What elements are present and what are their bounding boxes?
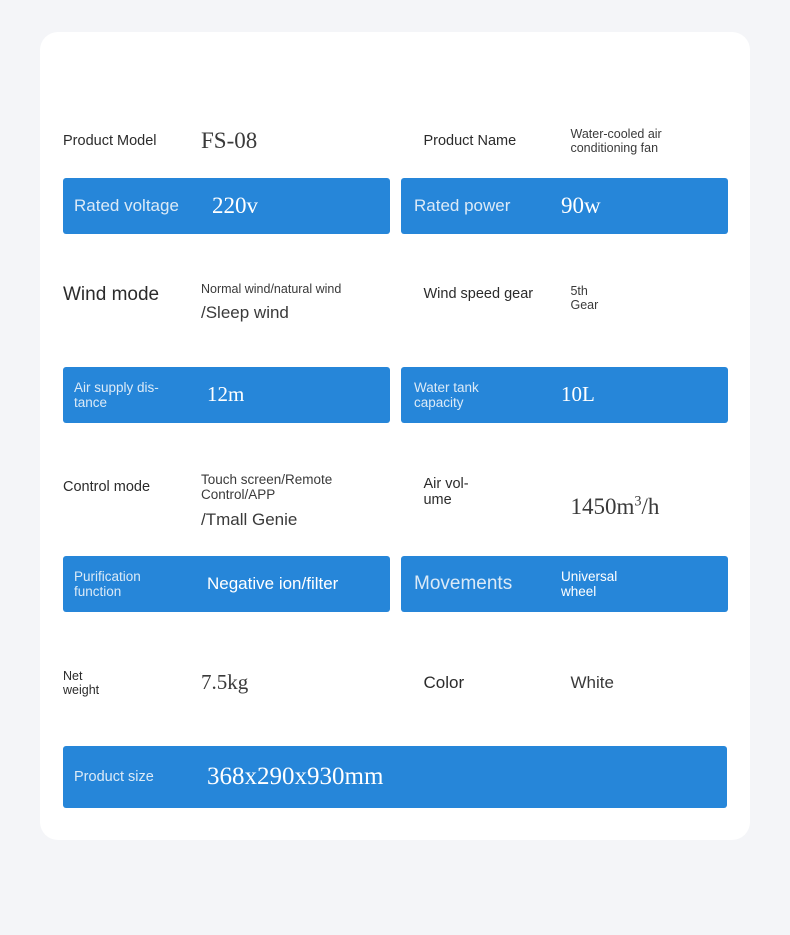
spec-cell-rated-voltage: Rated voltage 220v xyxy=(63,178,390,234)
spec-value: 368x290x930mm xyxy=(207,762,384,790)
spec-card: Product Model FS-08 Product Name Water-c… xyxy=(40,32,750,840)
spec-value: Water-cooled air conditioning fan xyxy=(570,126,662,155)
spec-cell-wind-speed-gear: Wind speed gear 5th Gear xyxy=(423,272,750,352)
spec-label: Product Model xyxy=(63,132,157,149)
spec-cell-water-tank-capacity: Water tank capacity 10L xyxy=(401,367,728,423)
spec-label: Product size xyxy=(74,768,154,785)
spec-cell-wind-mode: Wind mode Normal wind/natural wind /Slee… xyxy=(63,272,412,352)
spec-value-superscript: 3 xyxy=(634,493,642,510)
spec-cell-product-size: Product size 368x290x930mm xyxy=(63,746,727,808)
spec-value-group: Normal wind/natural wind /Sleep wind xyxy=(201,282,341,323)
spec-row: Net weight 7.5kg Color White xyxy=(40,652,750,714)
spec-label: Movements xyxy=(414,573,513,595)
spec-cell-air-supply-distance: Air supply dis- tance 12m xyxy=(63,367,390,423)
spec-label: Wind mode xyxy=(63,284,160,305)
spec-cell-control-mode: Control mode Touch screen/Remote Control… xyxy=(63,462,412,542)
spec-value: 12m xyxy=(207,382,245,407)
spec-label: Rated voltage xyxy=(74,196,179,216)
spec-label: Purification function xyxy=(74,568,141,599)
spec-row: Purification function Negative ion/filte… xyxy=(40,556,750,612)
spec-value: 7.5kg xyxy=(201,670,249,695)
spec-cell-air-volume: Air vol- ume 1450m3/h xyxy=(423,462,750,542)
spec-cell-movements: Movements Universal wheel xyxy=(401,556,728,612)
spec-label: Net weight xyxy=(63,669,100,697)
spec-value-group: Touch screen/Remote Control/APP /Tmall G… xyxy=(201,472,332,529)
spec-value: 220v xyxy=(212,192,258,218)
spec-value-line1: Normal wind/natural wind xyxy=(201,282,342,296)
spec-value-prefix: 1450m xyxy=(570,494,635,520)
spec-value: Universal wheel xyxy=(561,568,618,599)
spec-value: White xyxy=(570,673,614,693)
spec-row: Wind mode Normal wind/natural wind /Slee… xyxy=(40,272,750,352)
spec-label: Water tank capacity xyxy=(414,379,479,410)
spec-cell-rated-power: Rated power 90w xyxy=(401,178,728,234)
spec-row: Product size 368x290x930mm xyxy=(40,746,750,808)
spec-cell-product-model: Product Model FS-08 xyxy=(63,110,412,172)
spec-value: Negative ion/filter xyxy=(207,574,339,594)
spec-row: Product Model FS-08 Product Name Water-c… xyxy=(40,110,750,172)
spec-row: Air supply dis- tance 12m Water tank cap… xyxy=(40,367,750,423)
spec-cell-purification-function: Purification function Negative ion/filte… xyxy=(63,556,390,612)
spec-value-line2: /Sleep wind xyxy=(201,303,289,323)
spec-value-line1: Touch screen/Remote Control/APP xyxy=(201,472,333,503)
spec-value-line2: /Tmall Genie xyxy=(201,509,298,529)
spec-label: Color xyxy=(423,673,465,693)
spec-label: Air supply dis- tance xyxy=(74,379,159,410)
spec-label: Control mode xyxy=(63,479,151,495)
spec-label: Wind speed gear xyxy=(423,286,534,302)
spec-row: Control mode Touch screen/Remote Control… xyxy=(40,462,750,542)
spec-value: 10L xyxy=(561,382,595,407)
spec-value-suffix: /h xyxy=(641,494,660,520)
spec-cell-net-weight: Net weight 7.5kg xyxy=(63,652,412,714)
spec-cell-color: Color White xyxy=(423,652,750,714)
spec-label: Air vol- ume xyxy=(423,476,469,509)
spec-cell-product-name: Product Name Water-cooled air conditioni… xyxy=(423,110,750,172)
spec-value: 1450m3/h xyxy=(570,468,659,520)
spec-row: Rated voltage 220v Rated power 90w xyxy=(40,178,750,234)
spec-value: 90w xyxy=(561,192,601,218)
spec-value: 5th Gear xyxy=(570,284,599,313)
spec-value: FS-08 xyxy=(201,127,258,153)
spec-label: Product Name xyxy=(423,132,517,149)
spec-label: Rated power xyxy=(414,196,511,216)
